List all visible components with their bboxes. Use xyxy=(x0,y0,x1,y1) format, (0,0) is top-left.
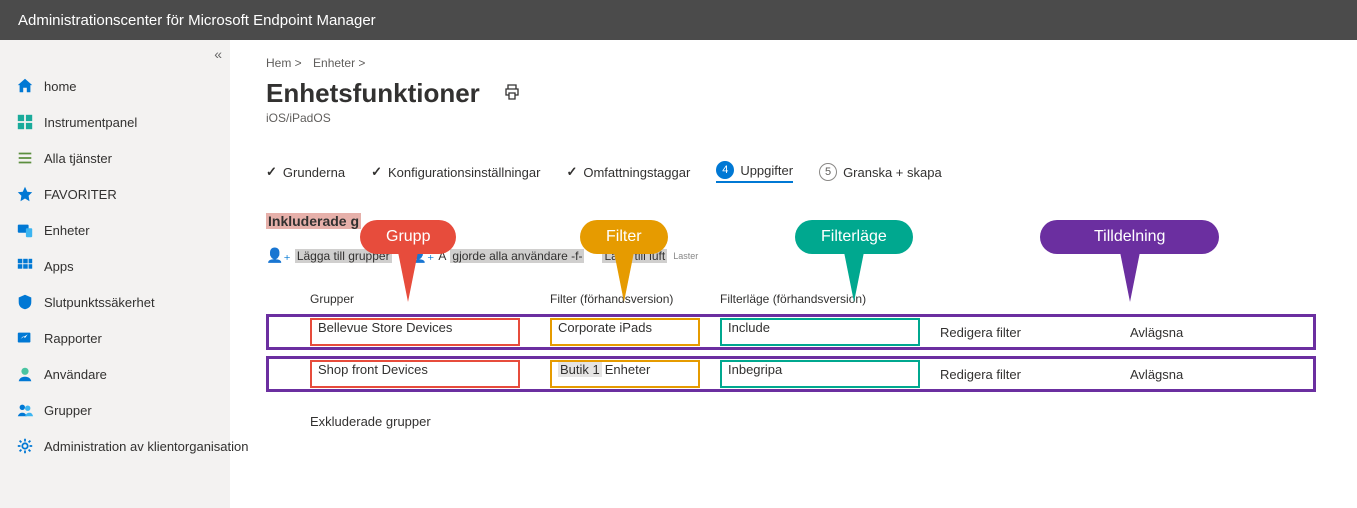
sidebar-item-home[interactable]: home xyxy=(0,68,230,104)
home-icon xyxy=(16,77,34,95)
check-icon: ✓ xyxy=(266,164,277,180)
group-cell[interactable]: Bellevue Store Devices xyxy=(310,318,520,346)
devices-icon xyxy=(16,221,34,239)
remove-link[interactable]: Avlägsna xyxy=(1130,325,1183,340)
breadcrumb: Hem > Enheter > xyxy=(266,56,1333,70)
sidebar-item-dashboard[interactable]: Instrumentpanel xyxy=(0,104,230,140)
sidebar-item-label: home xyxy=(44,79,77,94)
sidebar-item-label: Användare xyxy=(44,367,107,382)
table-row: Shop front Devices Butik 1Enheter Inbegr… xyxy=(266,356,1316,392)
apps-icon xyxy=(16,257,34,275)
sidebar-item-label: FAVORITER xyxy=(44,187,117,202)
add-buttons-bar: 👤₊ Lägga till grupper 👤₊ A gjorde alla a… xyxy=(266,247,1333,264)
filter-cell[interactable]: Corporate iPads xyxy=(550,318,700,346)
check-icon: ✓ xyxy=(566,164,577,180)
excluded-groups-heading: Exkluderade grupper xyxy=(266,414,1333,429)
col-header-groups: Grupper xyxy=(310,292,550,306)
sidebar: « home Instrumentpanel Alla tjänster FAV… xyxy=(0,40,230,508)
check-icon: ✓ xyxy=(371,164,382,180)
edit-filter-link[interactable]: Redigera filter xyxy=(940,367,1021,382)
step-review[interactable]: 5Granska + skapa xyxy=(819,163,942,181)
sidebar-item-favorites[interactable]: FAVORITER xyxy=(0,176,230,212)
crumb-devices[interactable]: Enheter > xyxy=(313,56,365,70)
app-title-text: Administrationscenter för Microsoft Endp… xyxy=(18,12,376,29)
sidebar-item-endpoint-security[interactable]: Slutpunktssäkerhet xyxy=(0,284,230,320)
star-icon xyxy=(16,185,34,203)
main-content: Hem > Enheter > Enhetsfunktioner iOS/iPa… xyxy=(230,40,1357,508)
col-header-filtermode: Filterläge (förhandsversion) xyxy=(720,292,940,306)
remove-link[interactable]: Avlägsna xyxy=(1130,367,1183,382)
sidebar-item-label: Rapporter xyxy=(44,331,102,346)
sidebar-item-label: Grupper xyxy=(44,403,92,418)
sidebar-item-label: Administration av klientorganisation xyxy=(44,439,249,454)
add-all-devices-button[interactable]: Lägg till luft Laster xyxy=(602,247,698,264)
list-icon xyxy=(16,149,34,167)
step-number-icon: 4 xyxy=(716,161,734,179)
sidebar-item-devices[interactable]: Enheter xyxy=(0,212,230,248)
sidebar-item-groups[interactable]: Grupper xyxy=(0,392,230,428)
edit-filter-link[interactable]: Redigera filter xyxy=(940,325,1021,340)
step-scope[interactable]: ✓Omfattningstaggar xyxy=(566,164,690,180)
wizard-steps: ✓Grunderna ✓Konfigurationsinställningar … xyxy=(266,161,1333,183)
dashboard-icon xyxy=(16,113,34,131)
sidebar-item-reports[interactable]: Rapporter xyxy=(0,320,230,356)
page-title: Enhetsfunktioner xyxy=(266,78,480,109)
step-assignments[interactable]: 4Uppgifter xyxy=(716,161,793,183)
sidebar-item-label: Slutpunktssäkerhet xyxy=(44,295,155,310)
collapse-sidebar-icon[interactable]: « xyxy=(214,46,222,62)
table-header-row: Grupper Filter (förhandsversion) Filterl… xyxy=(266,292,1316,314)
sidebar-item-all-services[interactable]: Alla tjänster xyxy=(0,140,230,176)
user-icon xyxy=(16,365,34,383)
print-icon[interactable] xyxy=(502,82,522,105)
sidebar-item-tenant-admin[interactable]: Administration av klientorganisation xyxy=(0,428,230,464)
add-groups-button[interactable]: 👤₊ Lägga till grupper xyxy=(266,247,392,264)
sidebar-item-label: Alla tjänster xyxy=(44,151,112,166)
crumb-home[interactable]: Hem > xyxy=(266,56,302,70)
sidebar-item-label: Apps xyxy=(44,259,74,274)
reports-icon xyxy=(16,329,34,347)
person-add-icon: 👤₊ xyxy=(410,247,435,264)
assignments-table: Grupper Filter (förhandsversion) Filterl… xyxy=(266,292,1316,392)
gear-icon xyxy=(16,437,34,455)
table-row: Bellevue Store Devices Corporate iPads I… xyxy=(266,314,1316,350)
included-groups-heading: Inkluderade g xyxy=(266,213,361,229)
person-add-icon: 👤₊ xyxy=(266,247,291,264)
filter-cell[interactable]: Butik 1Enheter xyxy=(550,360,700,388)
sidebar-item-users[interactable]: Användare xyxy=(0,356,230,392)
col-header-filter: Filter (förhandsversion) xyxy=(550,292,720,306)
filtermode-cell[interactable]: Include xyxy=(720,318,920,346)
step-number-icon: 5 xyxy=(819,163,837,181)
filtermode-cell[interactable]: Inbegripa xyxy=(720,360,920,388)
page-subtitle: iOS/iPadOS xyxy=(266,111,1333,125)
sidebar-item-label: Enheter xyxy=(44,223,90,238)
app-title-bar: Administrationscenter för Microsoft Endp… xyxy=(0,0,1357,40)
step-config[interactable]: ✓Konfigurationsinställningar xyxy=(371,164,540,180)
sidebar-item-label: Instrumentpanel xyxy=(44,115,137,130)
add-all-users-button[interactable]: 👤₊ A gjorde alla användare -f- xyxy=(410,247,585,264)
shield-icon xyxy=(16,293,34,311)
sidebar-item-apps[interactable]: Apps xyxy=(0,248,230,284)
groups-icon xyxy=(16,401,34,419)
group-cell[interactable]: Shop front Devices xyxy=(310,360,520,388)
step-basics[interactable]: ✓Grunderna xyxy=(266,164,345,180)
